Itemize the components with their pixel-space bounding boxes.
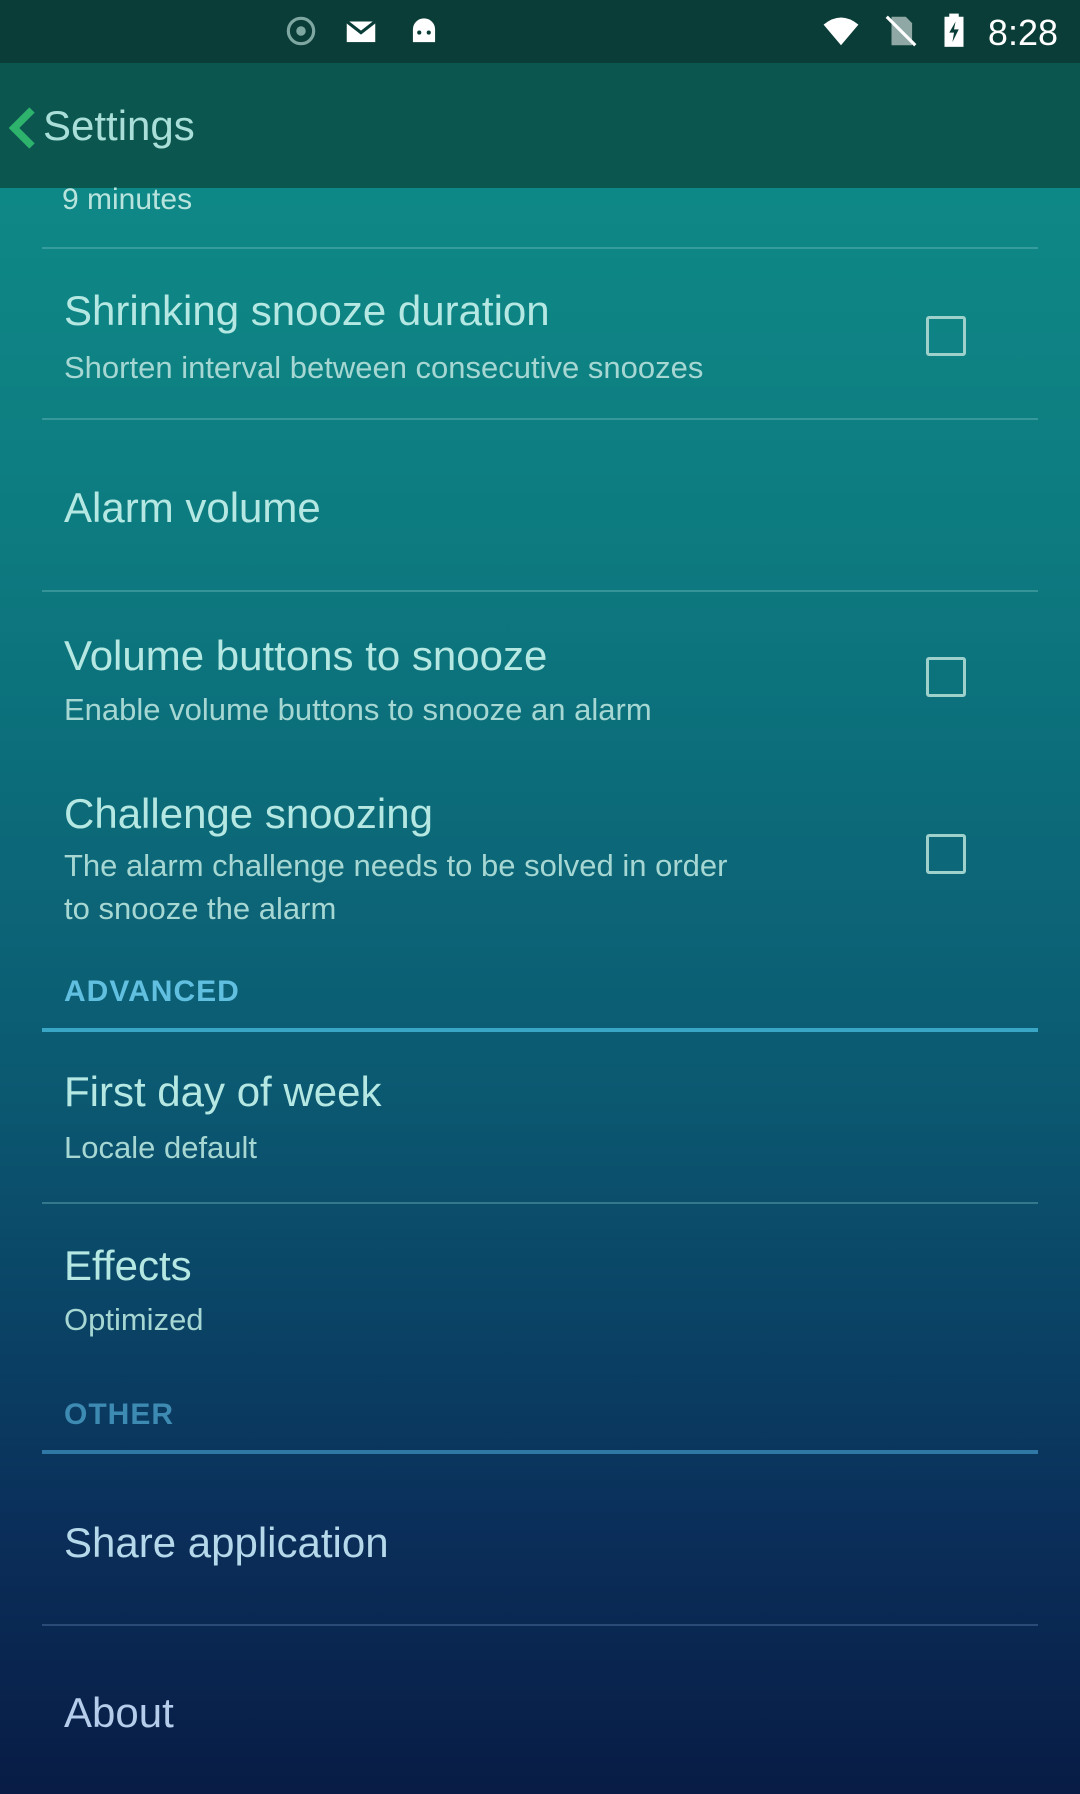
notification-dot-icon — [286, 16, 316, 46]
pref-summary: Shorten interval between consecutive sno… — [64, 350, 704, 385]
pref-effects[interactable]: Effects Optimized — [0, 1204, 1080, 1354]
shrinking-snooze-checkbox[interactable] — [926, 316, 966, 356]
pref-summary: Enable volume buttons to snooze an alarm — [64, 692, 652, 727]
back-arrow-icon[interactable] — [8, 104, 38, 152]
pref-summary: Optimized — [64, 1302, 204, 1337]
android-icon — [412, 18, 436, 43]
pref-summary-line1: The alarm challenge needs to be solved i… — [64, 848, 728, 883]
clock: 8:28 — [987, 12, 1058, 53]
mail-icon — [345, 20, 377, 43]
pref-title: Challenge snoozing — [64, 790, 433, 837]
page-title: Settings — [43, 102, 195, 149]
pref-share-application[interactable]: Share application — [0, 1454, 1080, 1624]
wifi-icon — [823, 17, 859, 46]
no-sim-icon — [885, 15, 917, 47]
category-header-other: OTHER — [64, 1398, 174, 1431]
pref-title: About — [64, 1689, 174, 1736]
divider — [42, 247, 1038, 249]
pref-title: Share application — [64, 1519, 389, 1566]
pref-volume-buttons-snooze[interactable]: Volume buttons to snooze Enable volume b… — [0, 592, 1080, 752]
pref-title: Volume buttons to snooze — [64, 632, 548, 679]
challenge-snoozing-checkbox[interactable] — [926, 834, 966, 874]
pref-title: First day of week — [64, 1068, 382, 1115]
pref-title: Effects — [64, 1242, 192, 1289]
pref-alarm-volume[interactable]: Alarm volume — [0, 420, 1080, 590]
pref-first-day-of-week[interactable]: First day of week Locale default — [0, 1032, 1080, 1202]
category-header-advanced: ADVANCED — [64, 975, 240, 1008]
pref-shrinking-snooze[interactable]: Shrinking snooze duration Shorten interv… — [0, 250, 1080, 418]
pref-summary-line2: to snooze the alarm — [64, 891, 337, 926]
snooze-length-summary: 9 minutes — [62, 183, 193, 216]
pref-about[interactable]: About — [0, 1626, 1080, 1794]
status-bar: 8:28 — [0, 0, 1080, 63]
pref-title: Shrinking snooze duration — [64, 287, 550, 334]
battery-charging-icon — [944, 13, 964, 47]
pref-title: Alarm volume — [64, 484, 321, 531]
pref-summary: Locale default — [64, 1130, 258, 1165]
volume-buttons-checkbox[interactable] — [926, 657, 966, 697]
pref-challenge-snoozing[interactable]: Challenge snoozing The alarm challenge n… — [0, 770, 1080, 940]
